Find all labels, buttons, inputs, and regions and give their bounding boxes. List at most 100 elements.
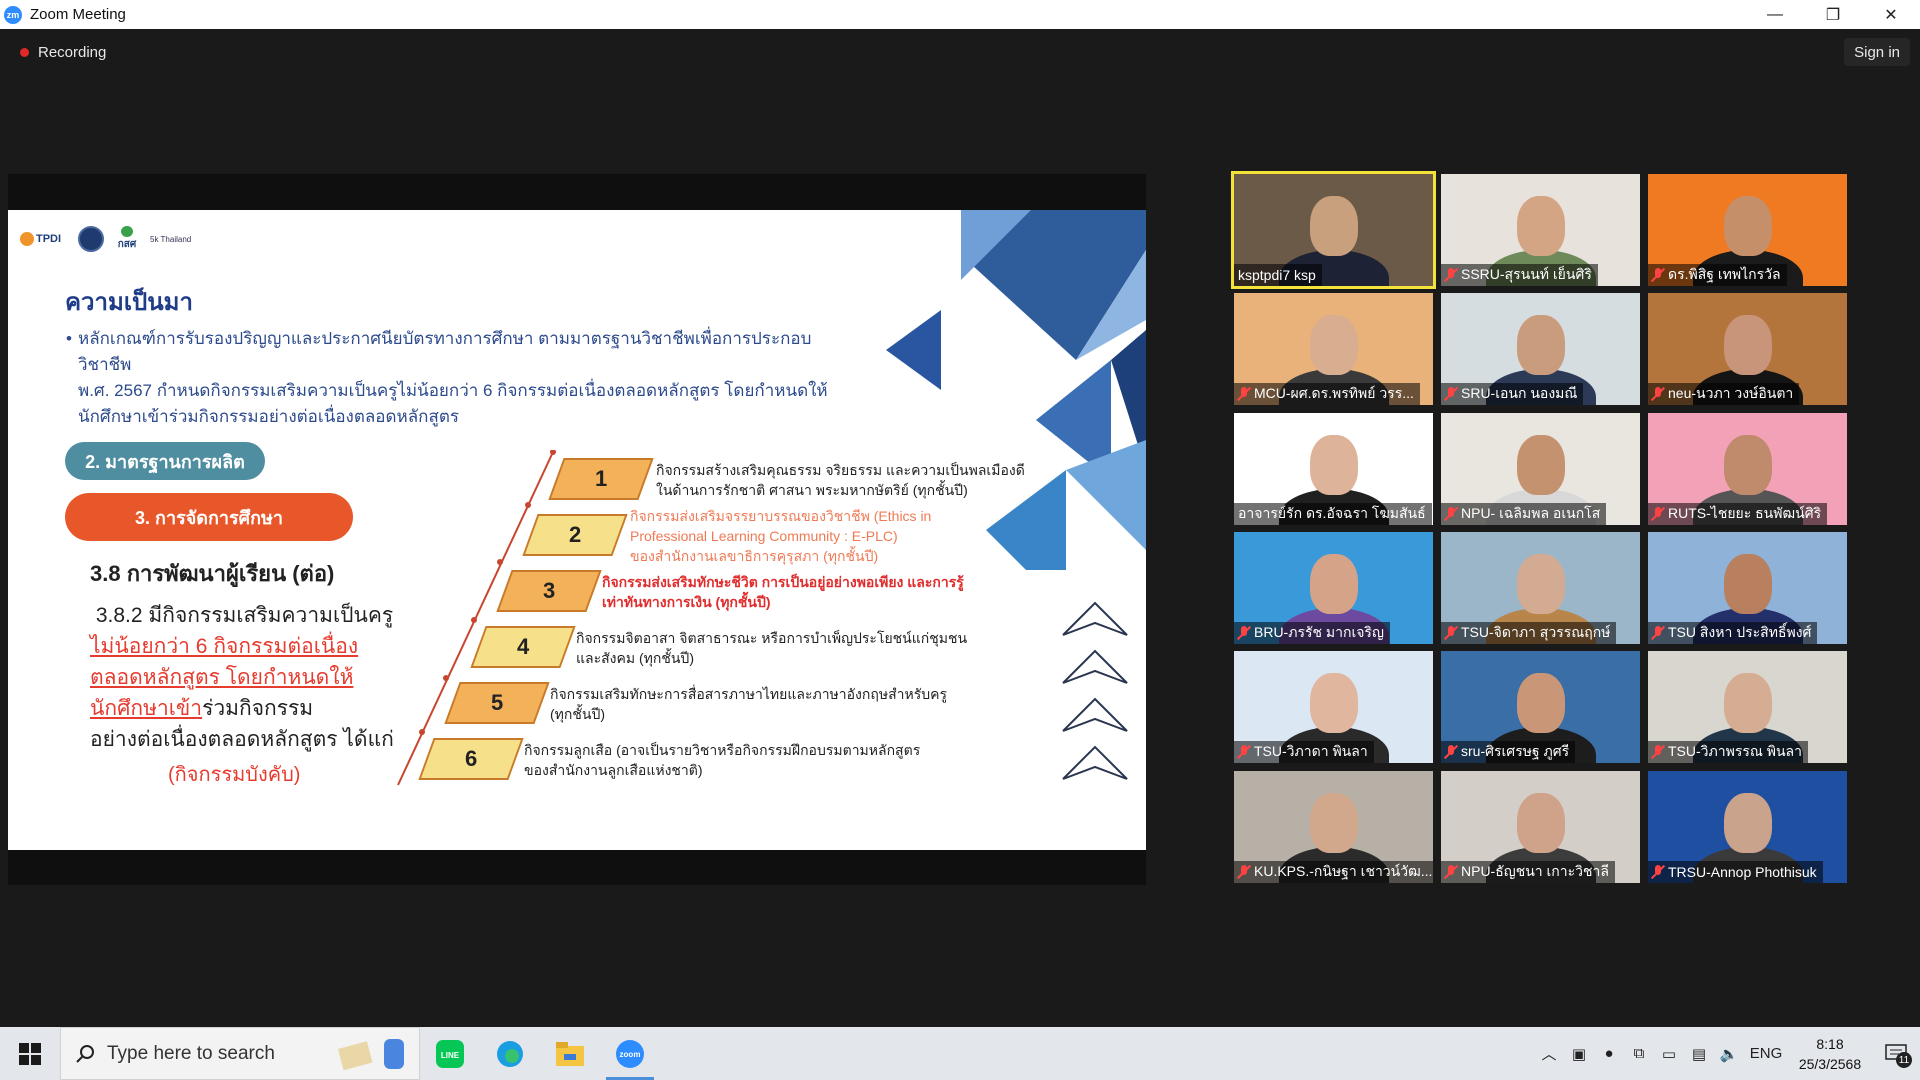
mandatory-label: (กิจกรรมบังคับ) bbox=[168, 764, 301, 786]
participant-tile[interactable]: TSU-วิภาพรรณ พินลา bbox=[1648, 651, 1847, 763]
svg-text:zoom: zoom bbox=[620, 1050, 641, 1059]
education-management-pill: 3. การจัดการศึกษา bbox=[65, 493, 353, 541]
participant-face bbox=[1309, 315, 1358, 375]
participant-name: KU.KPS.-กนิษฐา เชาวน์วัฒ... bbox=[1254, 863, 1433, 879]
participant-name-bar: NPU-ธัญชนา เกาะวิชาลี bbox=[1441, 861, 1615, 883]
participant-tile[interactable]: NPU-ธัญชนา เกาะวิชาลี bbox=[1441, 771, 1640, 883]
participant-name-bar: KU.KPS.-กนิษฐา เชาวน์วัฒ... bbox=[1234, 861, 1433, 883]
window-title: Zoom Meeting bbox=[30, 6, 126, 23]
slide-bullet: • หลักเกณฑ์การรับรองปริญญาและประกาศนียบั… bbox=[66, 326, 838, 430]
recording-indicator[interactable]: Recording bbox=[12, 38, 116, 66]
notification-badge: 11 bbox=[1896, 1052, 1912, 1068]
muted-mic-icon bbox=[1652, 865, 1664, 879]
participant-face bbox=[1309, 793, 1358, 853]
search-placeholder: Type here to search bbox=[107, 1042, 275, 1064]
title-bar: zm Zoom Meeting — ❐ ✕ bbox=[0, 0, 1920, 29]
camera-tray-icon[interactable]: ▣ bbox=[1564, 1027, 1594, 1080]
line-app-icon[interactable]: LINE bbox=[420, 1027, 480, 1080]
show-hidden-icons-chevron-icon[interactable]: ︿ bbox=[1534, 1027, 1564, 1080]
participant-tile[interactable]: ksptpdi7 ksp bbox=[1231, 171, 1436, 289]
zoom-app-icon[interactable]: zoom bbox=[600, 1027, 660, 1080]
participant-tile[interactable]: neu-นวภา วงษ์อินตา bbox=[1648, 293, 1847, 405]
muted-mic-icon bbox=[1445, 865, 1457, 879]
participant-tile[interactable]: RUTS-ไชยยะ ธนพัฒน์ศิริ bbox=[1648, 413, 1847, 525]
search-highlight-image bbox=[329, 1034, 419, 1074]
participant-face bbox=[1516, 793, 1565, 853]
restore-button[interactable]: ❐ bbox=[1804, 0, 1862, 29]
network-icon[interactable]: ▤ bbox=[1684, 1027, 1714, 1080]
muted-mic-icon bbox=[1445, 507, 1457, 521]
muted-mic-icon bbox=[1238, 626, 1250, 640]
svg-text:LINE: LINE bbox=[441, 1051, 460, 1060]
participant-name-bar: ksptpdi7 ksp bbox=[1234, 264, 1322, 286]
volume-icon[interactable]: 🔈 bbox=[1714, 1027, 1744, 1080]
participant-tile[interactable]: BRU-ภรรัช มากเจริญ bbox=[1234, 532, 1433, 644]
participant-name: ดร.พิสิฐ เทพไกรวัล bbox=[1668, 266, 1781, 282]
participant-name-bar: neu-นวภา วงษ์อินตา bbox=[1648, 383, 1800, 405]
participant-name: TRSU-Annop Phothisuk bbox=[1668, 864, 1817, 880]
muted-mic-icon bbox=[1238, 745, 1250, 759]
clock[interactable]: 8:18 25/3/2568 bbox=[1788, 1034, 1872, 1074]
muted-mic-icon bbox=[1445, 626, 1457, 640]
participant-name-bar: MCU-ผศ.ดร.พรทิพย์ วรร... bbox=[1234, 383, 1420, 405]
participant-name: neu-นวภา วงษ์อินตา bbox=[1668, 385, 1794, 401]
ksp-logo: กสศ bbox=[112, 226, 142, 252]
battery-icon[interactable]: ▭ bbox=[1654, 1027, 1684, 1080]
participant-name-bar: SRU-เอนก นองมณี bbox=[1441, 383, 1584, 405]
participant-name-bar: SSRU-สุรนนท์ เย็นศิริ bbox=[1441, 264, 1598, 286]
muted-mic-icon bbox=[1652, 626, 1664, 640]
participant-tile[interactable]: SSRU-สุรนนท์ เย็นศิริ bbox=[1441, 174, 1640, 286]
edge-app-icon[interactable] bbox=[480, 1027, 540, 1080]
participant-face bbox=[1516, 435, 1565, 495]
participant-tile[interactable]: sru-ศิรเศรษฐ ภูศรี bbox=[1441, 651, 1640, 763]
participant-face bbox=[1723, 673, 1772, 733]
5k-thailand-logo: 5k Thailand bbox=[150, 234, 192, 244]
close-button[interactable]: ✕ bbox=[1862, 0, 1920, 29]
clock-date: 25/3/2568 bbox=[1798, 1055, 1862, 1072]
participant-name-bar: BRU-ภรรัช มากเจริญ bbox=[1234, 622, 1390, 644]
meet-now-icon[interactable]: ⧉ bbox=[1624, 1027, 1654, 1080]
participant-tile[interactable]: TSU สิงหา ประสิทธิ์พงศ์ bbox=[1648, 532, 1847, 644]
participant-name: NPU- เฉลิมพล อเนกโส bbox=[1461, 505, 1601, 521]
participant-tile[interactable]: MCU-ผศ.ดร.พรทิพย์ วรร... bbox=[1234, 293, 1433, 405]
participant-name-bar: TSU-วิภาพรรณ พินลา bbox=[1648, 741, 1808, 763]
participant-name: sru-ศิรเศรษฐ ภูศรี bbox=[1461, 743, 1570, 759]
muted-mic-icon bbox=[1652, 507, 1664, 521]
microphone-tray-icon[interactable]: ● bbox=[1594, 1027, 1624, 1080]
start-button[interactable] bbox=[0, 1027, 60, 1080]
participant-face bbox=[1309, 196, 1358, 256]
participant-tile[interactable]: อาจารย์รัก ดร.อัจฉรา โฆมสันธ์ bbox=[1234, 413, 1433, 525]
system-tray: ︿ ▣ ● ⧉ ▭ ▤ 🔈 ENG 8:18 25/3/2568 11 bbox=[1534, 1027, 1920, 1080]
participant-tile[interactable]: SRU-เอนก นองมณี bbox=[1441, 293, 1640, 405]
taskbar-search[interactable]: Type here to search bbox=[60, 1027, 420, 1080]
participant-tile[interactable]: KU.KPS.-กนิษฐา เชาวน์วัฒ... bbox=[1234, 771, 1433, 883]
participant-name-bar: sru-ศิรเศรษฐ ภูศรี bbox=[1441, 741, 1576, 763]
chevrons-up-icon bbox=[1062, 601, 1128, 780]
participant-tile[interactable]: TSU-วิภาดา พินลา bbox=[1234, 651, 1433, 763]
sign-in-button[interactable]: Sign in bbox=[1844, 38, 1910, 66]
participant-name: ksptpdi7 ksp bbox=[1238, 267, 1316, 283]
notification-center-button[interactable]: 11 bbox=[1872, 1027, 1920, 1080]
participant-tile[interactable]: TRSU-Annop Phothisuk bbox=[1648, 771, 1847, 883]
participant-face bbox=[1723, 554, 1772, 614]
participant-face bbox=[1309, 435, 1358, 495]
participant-tile[interactable]: TSU-จิดาภา สุวรรณฤกษ์ bbox=[1441, 532, 1640, 644]
file-explorer-icon[interactable] bbox=[540, 1027, 600, 1080]
bullet-line: หลักเกณฑ์การรับรองปริญญาและประกาศนียบัตร… bbox=[78, 329, 812, 374]
participant-tile[interactable]: NPU- เฉลิมพล อเนกโส bbox=[1441, 413, 1640, 525]
participant-name: NPU-ธัญชนา เกาะวิชาลี bbox=[1461, 863, 1609, 879]
participant-face bbox=[1723, 315, 1772, 375]
muted-mic-icon bbox=[1238, 387, 1250, 401]
bullet-line: นักศึกษาเข้าร่วมกิจกรรมอย่างต่อเนื่องตลอ… bbox=[78, 407, 460, 426]
participant-name-bar: ดร.พิสิฐ เทพไกรวัล bbox=[1648, 264, 1787, 286]
teachers-council-seal bbox=[78, 226, 104, 252]
participant-tile[interactable]: ดร.พิสิฐ เทพไกรวัล bbox=[1648, 174, 1847, 286]
participant-name: SSRU-สุรนนท์ เย็นศิริ bbox=[1461, 266, 1592, 282]
minimize-button[interactable]: — bbox=[1746, 0, 1804, 29]
participant-name-bar: RUTS-ไชยยะ ธนพัฒน์ศิริ bbox=[1648, 503, 1828, 525]
language-indicator[interactable]: ENG bbox=[1744, 1027, 1788, 1080]
participant-name: อาจารย์รัก ดร.อัจฉรา โฆมสันธ์ bbox=[1238, 505, 1426, 521]
muted-mic-icon bbox=[1445, 268, 1457, 282]
participant-face bbox=[1516, 315, 1565, 375]
slide-logos: TPDI กสศ 5k Thailand bbox=[20, 226, 191, 252]
